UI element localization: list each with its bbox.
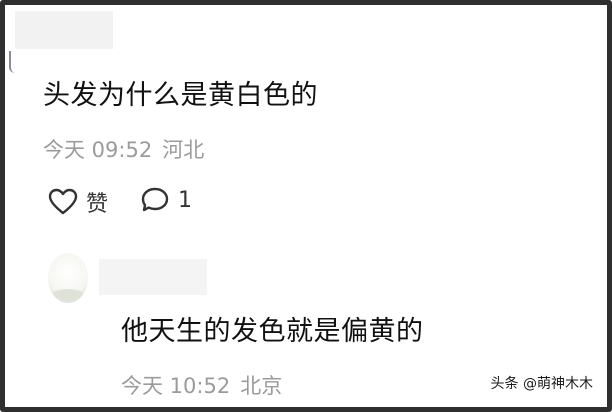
heart-outline-icon xyxy=(48,188,78,215)
reply-count: 1 xyxy=(178,187,192,213)
comment-2-time: 今天 10:52 xyxy=(121,374,231,398)
thread-edge xyxy=(9,51,17,73)
like-label: 赞 xyxy=(86,192,109,217)
comment-2-text: 他天生的发色就是偏黄的 xyxy=(121,316,424,347)
comment-1-text: 头发为什么是黄白色的 xyxy=(43,80,318,111)
like-button[interactable]: 赞 xyxy=(48,186,108,218)
comment-2-location: 北京 xyxy=(240,374,283,398)
blurred-username-1 xyxy=(15,11,113,49)
avatar[interactable] xyxy=(48,253,88,303)
comment-1-location: 河北 xyxy=(162,138,205,162)
watermark: 头条 @萌神木木 xyxy=(490,376,593,392)
comment-2-meta: 今天 10:52 北京 xyxy=(121,370,282,400)
speech-bubble-icon xyxy=(141,187,169,212)
reply-button[interactable]: 1 xyxy=(140,186,192,214)
comment-1-meta: 今天 09:52 河北 xyxy=(43,134,204,164)
blurred-username-2 xyxy=(99,259,207,295)
comment-panel: 头发为什么是黄白色的 今天 09:52 河北 赞 1 他天生的发色就是偏黄的 今天… xyxy=(0,0,612,412)
comment-1-time: 今天 09:52 xyxy=(43,138,153,162)
